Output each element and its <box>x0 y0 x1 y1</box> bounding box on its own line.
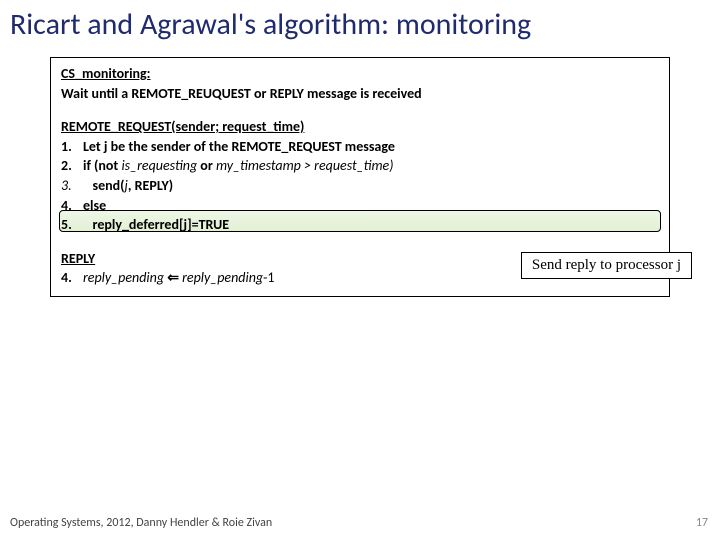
spacer <box>61 103 659 117</box>
step-2-num: 2. <box>61 156 83 176</box>
section-remote-request: REMOTE_REQUEST(sender; request_time) 1. … <box>61 117 659 235</box>
step-3-reply: , REPLY) <box>128 177 173 194</box>
step-5-body: reply_deferred[j]=TRUE <box>83 215 659 235</box>
step-5-num: 5. <box>61 215 83 235</box>
section-reply: REPLY 4. reply_pending ⇐ reply_pending-1 <box>61 249 659 288</box>
footer: Operating Systems, 2012, Danny Hendler &… <box>10 516 708 530</box>
step-5: 5. reply_deferred[j]=TRUE <box>61 215 659 235</box>
reply-step-4-body: reply_pending ⇐ reply_pending-1 <box>83 268 659 288</box>
remote-request-label: REMOTE_REQUEST(sender; request_time) <box>61 118 304 135</box>
step-3-body: send(j, REPLY) <box>83 176 659 196</box>
section-cs-monitoring: CS_monitoring: Wait until a REMOTE_REUQU… <box>61 64 659 103</box>
reply-pending-left: reply_pending <box>83 269 164 286</box>
footer-credits: Operating Systems, 2012, Danny Hendler &… <box>10 516 272 530</box>
spacer-2 <box>61 235 659 249</box>
reply-minus-one: -1 <box>263 269 274 286</box>
remote-request-steps: 1. Let j be the sender of the REMOTE_REQ… <box>61 137 659 235</box>
step-5-deferred: reply_deferred[j]=TRUE <box>93 216 230 233</box>
algorithm-content: CS_monitoring: Wait until a REMOTE_REUQU… <box>61 64 659 288</box>
step-1-num: 1. <box>61 137 83 157</box>
step-3-num: 3. <box>61 176 83 196</box>
step-4-num: 4. <box>61 196 83 216</box>
page-number: 17 <box>696 516 708 530</box>
reply-step-4: 4. reply_pending ⇐ reply_pending-1 <box>61 268 659 288</box>
reply-step-4-num: 4. <box>61 268 83 288</box>
slide: Ricart and Agrawal's algorithm: monitori… <box>0 0 720 540</box>
step-2-or: or <box>197 157 216 174</box>
step-1: 1. Let j be the sender of the REMOTE_REQ… <box>61 137 659 157</box>
step-2-if: if (not <box>83 157 121 174</box>
step-2-body: if (not is_requesting or my_timestamp > … <box>83 156 659 176</box>
step-2: 2. if (not is_requesting or my_timestamp… <box>61 156 659 176</box>
step-2-cond: my_timestamp > request_time) <box>216 157 394 174</box>
step-3-send: send( <box>93 177 125 194</box>
step-2-isreq: is_requesting <box>121 157 197 174</box>
reply-steps: 4. reply_pending ⇐ reply_pending-1 <box>61 268 659 288</box>
step-4-else: else <box>83 196 659 216</box>
step-4: 4. else <box>61 196 659 216</box>
reply-pending-right: reply_pending <box>182 269 263 286</box>
wait-line: Wait until a REMOTE_REUQUEST or REPLY me… <box>61 85 422 102</box>
reply-label: REPLY <box>61 250 95 267</box>
step-1-body: Let j be the sender of the REMOTE_REQUES… <box>83 137 659 157</box>
cs-monitoring-label: CS_monitoring: <box>61 65 151 82</box>
algorithm-box: CS_monitoring: Wait until a REMOTE_REUQU… <box>50 57 670 297</box>
step-3: 3. send(j, REPLY) <box>61 176 659 196</box>
slide-title: Ricart and Agrawal's algorithm: monitori… <box>10 6 710 43</box>
reply-arrow: ⇐ <box>164 269 182 286</box>
